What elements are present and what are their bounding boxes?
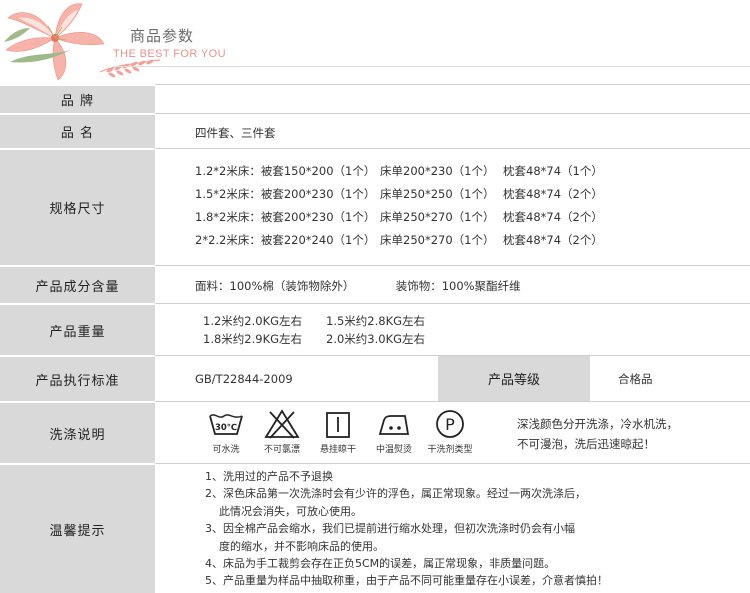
label-brand: 品 牌 [0, 84, 155, 113]
weight-item: 1.8米约2.9KG左右 [203, 332, 303, 346]
tip-line: 4、床品为手工裁剪会存在正负5CM的误差，属正常现象，非质量问题。 [205, 557, 556, 571]
care-symbol: 30℃ 可水洗 [198, 408, 254, 455]
spec-list: 1.2*2米床：被套150*200（1个） 床单200*230（1个） 枕套48… [195, 159, 603, 251]
tip-line: 3、因全棉产品会缩水，我们已提前进行缩水处理，但初次洗涤时仍会有小幅 [205, 522, 575, 536]
section-subtitle: THE BEST FOR YOU [113, 48, 226, 60]
label-weight: 产品重量 [0, 303, 155, 355]
svg-text:30℃: 30℃ [215, 423, 237, 433]
value-brand [155, 84, 750, 113]
label-washing: 洗涤说明 [0, 401, 155, 463]
standard-value: GB/T22844-2009 [195, 372, 293, 386]
row-standard: 产品执行标准 GB/T22844-2009 产品等级 合格品 [0, 355, 750, 401]
weight-item: 2.0米约3.0KG左右 [326, 332, 426, 346]
washing-note: 深浅颜色分开洗涤，冷水机洗， 不可漫泡，洗后迅速晾起！ [517, 417, 678, 451]
value-standard: GB/T22844-2009 产品等级 合格品 [155, 355, 750, 401]
section-title: 商品参数 [130, 27, 195, 45]
spec-line: 1.2*2米床：被套150*200（1个） 床单200*230（1个） 枕套48… [195, 163, 603, 178]
tip-line: 度的缩水，并不影响床品的使用。 [219, 539, 384, 553]
value-spec: 1.2*2米床：被套150*200（1个） 床单200*230（1个） 枕套48… [155, 148, 750, 265]
spec-line: 2*2.2米床：被套220*240（1个） 床单250*270（1个） 枕套48… [195, 232, 603, 247]
label-grade: 产品等级 [438, 356, 590, 401]
iron-medium-icon [378, 415, 410, 435]
row-tips: 温馨提示 1、洗用过的产品不予退换 2、深色床品第一次洗涤时会有少许的浮色，属正… [0, 463, 750, 593]
care-symbol: P 干洗剂类型 [422, 408, 478, 455]
value-tips: 1、洗用过的产品不予退换 2、深色床品第一次洗涤时会有少许的浮色，属正常现象。经… [155, 463, 750, 593]
tip-line: 1、洗用过的产品不予退换 [205, 470, 333, 483]
no-bleach-icon [264, 409, 300, 439]
header-divider [114, 66, 750, 67]
composition-decor: 装饰物：100%聚酯纤维 [395, 279, 521, 293]
value-weight: 1.2米约2.0KG左右 1.5米约2.8KG左右 1.8米约2.9KG左右 2… [155, 303, 750, 355]
wash-30-icon: 30℃ [209, 414, 243, 435]
row-composition: 产品成分含量 面料：100%棉（装饰物除外） 装饰物：100%聚酯纤维 [0, 265, 750, 303]
label-standard: 产品执行标准 [0, 355, 155, 401]
svg-text:P: P [445, 415, 455, 434]
row-washing: 洗涤说明 30℃ 可水洗 不可氯漂 悬挂晾干 中温熨烫 P 干洗剂类型 深浅颜色… [0, 401, 750, 463]
care-symbol: 悬挂晾干 [310, 408, 366, 455]
value-composition: 面料：100%棉（装饰物除外） 装饰物：100%聚酯纤维 [155, 265, 750, 303]
tip-line: 5、产品重量为样品中抽取称重，由于产品不同可能重量存在小误差，介意者慎拍！ [205, 574, 608, 588]
tip-line: 2、深色床品第一次洗涤时会有少许的浮色，属正常现象。经过一两次洗涤后， [205, 487, 586, 501]
spec-line: 1.5*2米床：被套200*230（1个） 床单250*250（1个） 枕套48… [195, 186, 603, 201]
row-brand: 品 牌 [0, 84, 750, 113]
weight-item: 1.5米约2.8KG左右 [326, 314, 426, 328]
tips-list: 1、洗用过的产品不予退换 2、深色床品第一次洗涤时会有少许的浮色，属正常现象。经… [205, 468, 608, 590]
spec-line: 1.8*2米床：被套200*230（1个） 床单250*270（1个） 枕套48… [195, 209, 603, 224]
weight-item: 1.2米约2.0KG左右 [203, 314, 303, 328]
value-name: 四件套、三件套 [155, 113, 750, 148]
label-spec: 规格尺寸 [0, 148, 155, 265]
row-name: 品 名 四件套、三件套 [0, 113, 750, 148]
label-composition: 产品成分含量 [0, 265, 155, 303]
label-name: 品 名 [0, 113, 155, 148]
tip-line: 此情况会消失，可放心使用。 [219, 504, 362, 518]
hang-dry-icon [326, 412, 350, 438]
grade-value: 合格品 [618, 371, 653, 386]
header: 商品参数 THE BEST FOR YOU [0, 0, 750, 86]
care-symbols: 30℃ 可水洗 不可氯漂 悬挂晾干 中温熨烫 P 干洗剂类型 [198, 408, 478, 455]
composition-fabric: 面料：100%棉（装饰物除外） [195, 279, 355, 293]
dry-clean-p-icon: P [436, 410, 464, 438]
label-tips: 温馨提示 [0, 463, 155, 593]
care-symbol: 不可氯漂 [254, 408, 310, 455]
row-spec: 规格尺寸 1.2*2米床：被套150*200（1个） 床单200*230（1个）… [0, 148, 750, 265]
value-washing: 30℃ 可水洗 不可氯漂 悬挂晾干 中温熨烫 P 干洗剂类型 深浅颜色分开洗涤，… [155, 401, 750, 463]
care-symbol: 中温熨烫 [366, 408, 422, 455]
row-weight: 产品重量 1.2米约2.0KG左右 1.5米约2.8KG左右 1.8米约2.9K… [0, 303, 750, 355]
